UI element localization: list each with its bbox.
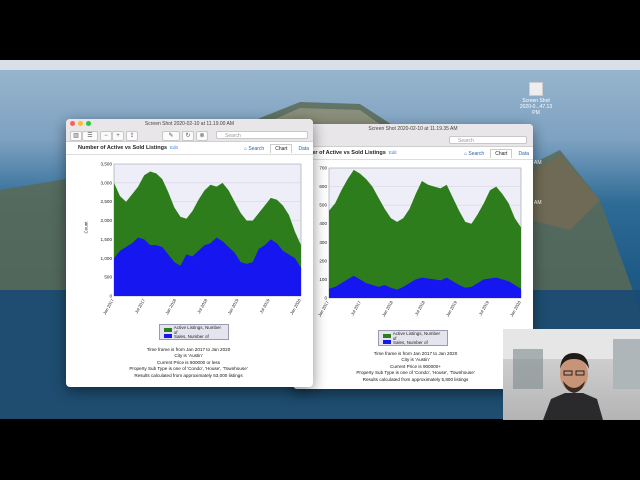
legend-swatch — [383, 340, 391, 344]
x-tick-label: Jan 2020 — [289, 297, 302, 315]
tab-data[interactable]: Data — [518, 151, 529, 157]
chart-legend: Active Listings, Number of Sales, Number… — [159, 324, 229, 340]
x-tick-label: Jan 2020 — [509, 299, 522, 317]
y-tick-label: 3,500 — [101, 162, 113, 167]
x-tick-label: Jul 2019 — [258, 297, 271, 314]
y-tick-label: 700 — [319, 166, 327, 171]
x-tick-label: Jan 2017 — [102, 297, 115, 315]
x-tick-label: Jan 2018 — [381, 299, 394, 317]
minimize-icon[interactable] — [78, 121, 83, 126]
chart-heading: Number of Active vs Sold Listings Edit — [78, 145, 178, 151]
rotate-icon[interactable]: ↻ — [182, 131, 194, 141]
search-field[interactable]: Search — [216, 131, 308, 139]
tab-search-label: Search — [468, 150, 485, 157]
chart-legend: Active Listings, Number of Sales, Number… — [378, 330, 448, 346]
y-tick-label: 600 — [319, 184, 327, 189]
view-tabs: ⌂ Search Chart Data — [244, 144, 309, 153]
series-area-sales — [329, 275, 521, 298]
preview-window-left[interactable]: Screen Shot 2020-02-10 at 11.19.00 AM ▥ … — [66, 119, 313, 387]
preview-window-right[interactable]: Screen Shot 2020-02-10 at 11.19.35 AM Se… — [293, 124, 533, 389]
legend-swatch — [164, 328, 172, 332]
x-tick-label: Jan 2017 — [317, 299, 330, 317]
x-tick-label: Jan 2019 — [227, 297, 240, 315]
markup-icon[interactable]: ✎ — [162, 131, 180, 141]
search-field[interactable]: Search — [449, 136, 527, 144]
legend-swatch — [164, 334, 172, 338]
edit-link[interactable]: Edit — [389, 150, 397, 155]
info-line: Results calculated from approximately 53… — [134, 372, 243, 378]
title-bar[interactable]: Screen Shot 2020-02-10 at 11.19.00 AM — [66, 119, 313, 129]
y-tick-label: 100 — [319, 277, 327, 282]
area-chart-left: 05001,0001,5002,0002,5003,0003,500Jan 20… — [101, 162, 303, 316]
y-tick-label: 1,500 — [101, 237, 113, 242]
series-area-sales — [114, 237, 301, 296]
toolbar: ▥ ☰ − + ⇪ ✎ ↻ ⊗ Search — [66, 129, 313, 142]
sidebar-toggle-icon[interactable]: ▥ — [70, 131, 82, 141]
tab-data[interactable]: Data — [298, 146, 309, 152]
window-title: Screen Shot 2020-02-10 at 11.19.00 AM — [144, 121, 235, 127]
y-tick-label: 500 — [319, 203, 327, 208]
menu-bar — [0, 60, 640, 70]
y-tick-label: 400 — [319, 221, 327, 226]
chart-heading-text: ber of Active vs Sold Listings — [309, 150, 386, 156]
app-header: ber of Active vs Sold Listings Edit ⌂ Sea… — [293, 147, 533, 160]
legend-label: Sales, Number of — [174, 333, 209, 339]
app-header: Number of Active vs Sold Listings Edit ⌂ … — [66, 142, 313, 155]
desktop-file-sublabel: 2020-0...47.13 PM — [519, 104, 553, 116]
x-tick-label: Jul 2017 — [350, 299, 363, 316]
query-summary: Time frame is from Jan 2017 to Jan 2020 … — [86, 347, 291, 379]
webcam-overlay — [503, 329, 640, 420]
tab-search-label: Search — [248, 145, 265, 152]
toolbar: Search — [293, 134, 533, 147]
y-tick-label: 300 — [319, 240, 327, 245]
legend-item: Active Listings, Number of — [164, 325, 224, 335]
presenter-video — [503, 329, 640, 420]
view-menu-icon[interactable]: ☰ — [82, 131, 98, 141]
tab-search[interactable]: ⌂ Search — [244, 146, 264, 152]
close-icon[interactable] — [70, 121, 75, 126]
peek-label: AM — [534, 160, 542, 166]
tab-search[interactable]: ⌂ Search — [464, 151, 484, 157]
area-chart-right: 0100200300400500600700Jan 2017 Jul 2017 Ja… — [317, 166, 522, 318]
legend-item: Active Listings, Number of — [383, 331, 443, 341]
legend-label: Sales, Number of — [393, 339, 428, 345]
x-tick-label: Jan 2018 — [164, 297, 177, 315]
y-tick-label: 2,500 — [101, 199, 113, 204]
y-tick-label: 500 — [104, 275, 112, 280]
query-summary: Time frame is from Jan 2017 to Jan 2020 … — [313, 351, 518, 383]
window-controls — [70, 121, 91, 126]
view-tabs: ⌂ Search Chart Data — [464, 149, 529, 158]
screenshot-thumb-icon — [529, 82, 543, 96]
info-line: Results calculated from approximately 5,… — [362, 376, 469, 382]
desktop-file-icon[interactable]: Screen Shot 2020-0...47.13 PM — [516, 82, 556, 116]
y-tick-label: 200 — [319, 258, 327, 263]
tab-chart[interactable]: Chart — [490, 149, 513, 158]
x-tick-label: Jul 2018 — [414, 299, 427, 316]
chart-heading: ber of Active vs Sold Listings Edit — [309, 150, 397, 156]
zoom-out-icon[interactable]: − — [100, 131, 112, 141]
peek-label: AM — [534, 200, 542, 206]
legend-swatch — [383, 334, 391, 338]
y-tick-label: 3,000 — [101, 180, 113, 185]
window-title: Screen Shot 2020-02-10 at 11.19.35 AM — [368, 126, 458, 132]
x-tick-label: Jul 2018 — [196, 297, 209, 314]
edit-link[interactable]: Edit — [170, 145, 178, 150]
x-tick-label: Jul 2019 — [478, 299, 491, 316]
tab-chart[interactable]: Chart — [270, 144, 293, 153]
y-tick-label: 1,000 — [101, 256, 113, 261]
zoom-icon[interactable] — [86, 121, 91, 126]
x-tick-label: Jul 2017 — [134, 297, 147, 314]
share-icon[interactable]: ⇪ — [126, 131, 138, 141]
zoom-in-icon[interactable]: + — [112, 131, 124, 141]
chart-heading-text: Number of Active vs Sold Listings — [78, 145, 168, 151]
x-tick-label: Jan 2019 — [445, 299, 458, 317]
y-tick-label: 2,000 — [101, 218, 113, 223]
title-bar[interactable]: Screen Shot 2020-02-10 at 11.19.35 AM — [293, 124, 533, 134]
annotate-icon[interactable]: ⊗ — [196, 131, 208, 141]
